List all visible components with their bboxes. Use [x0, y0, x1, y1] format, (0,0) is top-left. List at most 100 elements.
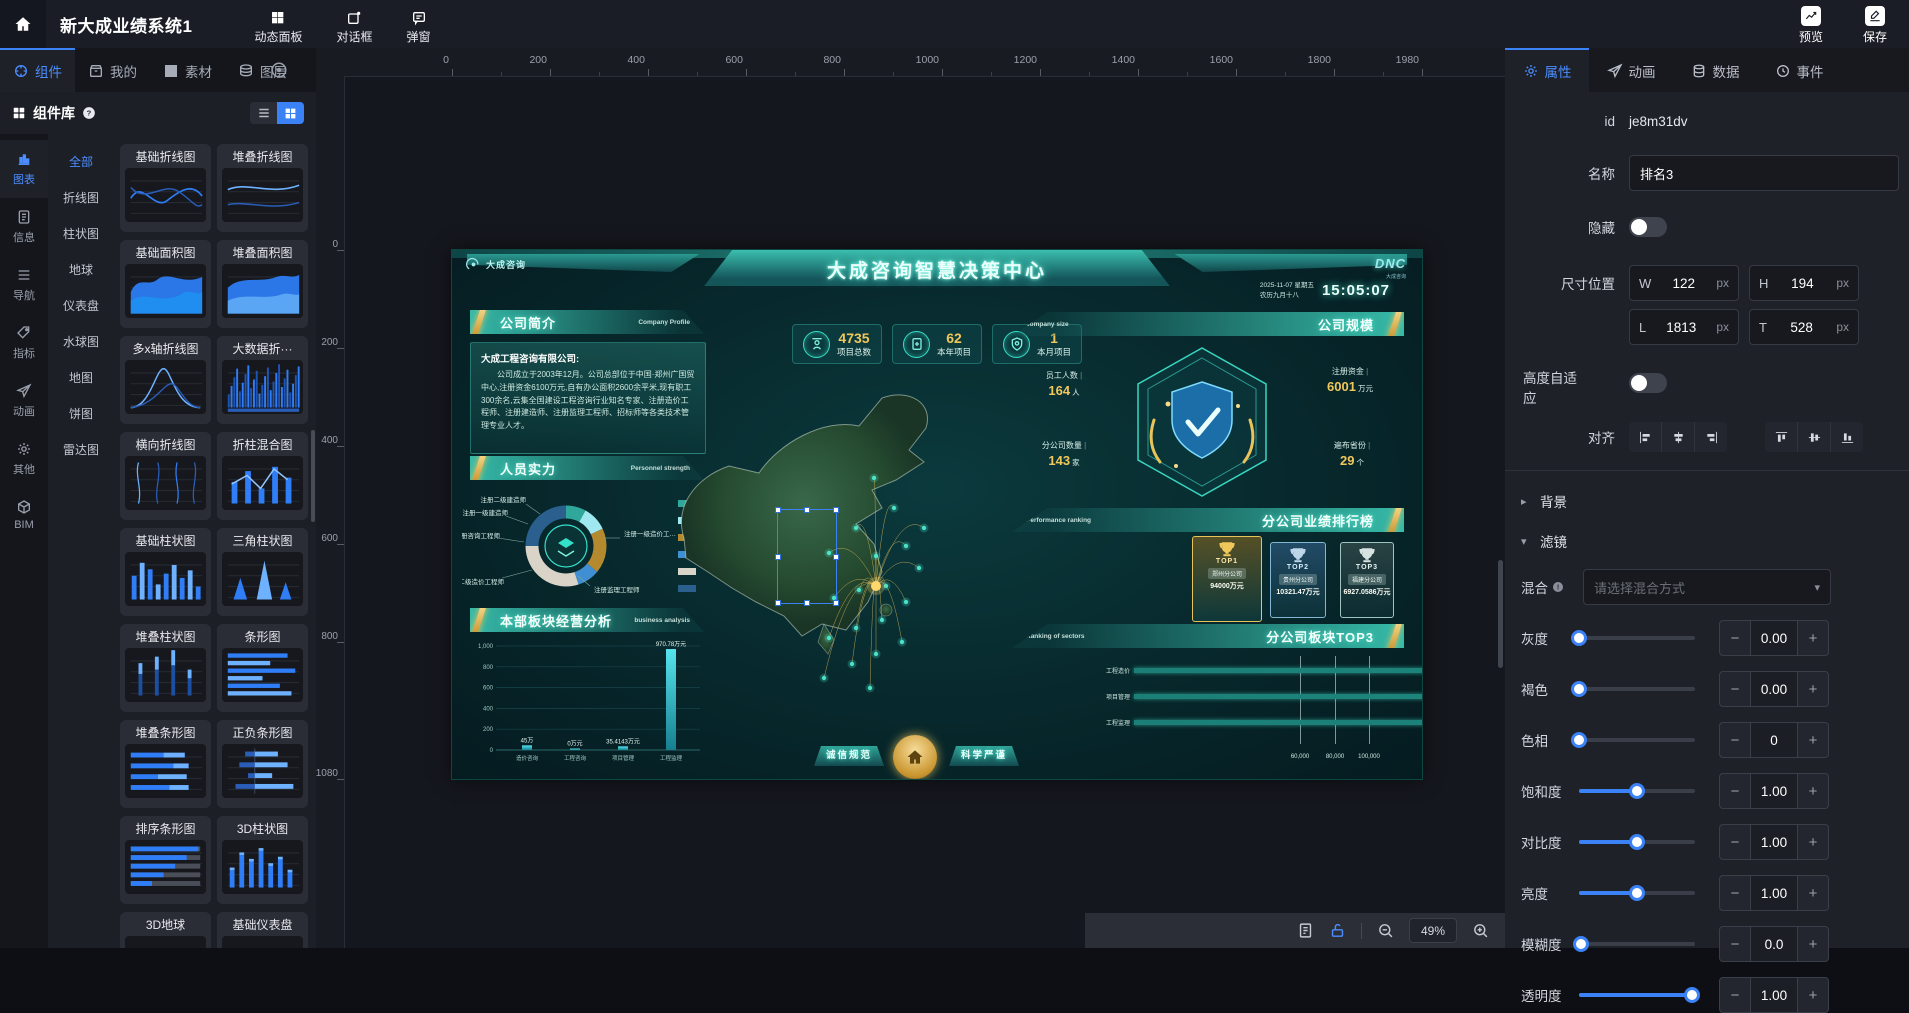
height-field[interactable]: H194px [1749, 265, 1859, 301]
props-tab-动画[interactable]: 动画 [1589, 48, 1673, 92]
tab-我的[interactable]: 我的 [75, 48, 150, 92]
trophy-TOP1[interactable]: TOP1 郑州分公司 94000万元 [1192, 536, 1262, 622]
props-tab-属性[interactable]: 属性 [1505, 48, 1589, 92]
component-card-大数据折···[interactable]: 大数据折··· [217, 336, 308, 424]
minus-icon[interactable]: − [1720, 825, 1750, 859]
tab-组件[interactable]: 组件 [0, 48, 75, 92]
plus-icon[interactable]: + [1798, 774, 1828, 808]
align-center-h-button[interactable] [1661, 422, 1694, 452]
zoom-out-icon[interactable] [1377, 922, 1394, 939]
unlock-icon[interactable] [1329, 922, 1346, 939]
plus-icon[interactable]: + [1798, 723, 1828, 757]
slider-灰度[interactable] [1579, 636, 1695, 640]
mix-select[interactable]: 请选择混合方式 ▾ [1583, 569, 1831, 605]
category-指标[interactable]: 指标 [0, 314, 48, 372]
plus-icon[interactable]: + [1798, 672, 1828, 706]
tab-图层[interactable]: 图层 [225, 48, 300, 92]
plus-icon[interactable]: + [1798, 876, 1828, 910]
selection-box[interactable] [777, 509, 837, 604]
category-图表[interactable]: 图表 [0, 140, 48, 198]
selection-handle[interactable] [775, 507, 781, 513]
zoom-in-icon[interactable] [1472, 922, 1489, 939]
category-导航[interactable]: 导航 [0, 256, 48, 314]
subcategory-雷达图[interactable]: 雷达图 [48, 432, 114, 468]
component-card-条形图[interactable]: 条形图 [217, 624, 308, 712]
hidden-toggle[interactable] [1629, 217, 1667, 237]
left-field[interactable]: L1813px [1629, 309, 1739, 345]
selection-handle[interactable] [833, 600, 839, 606]
selection-handle[interactable] [804, 600, 810, 606]
minus-icon[interactable]: − [1720, 723, 1750, 757]
component-card-堆叠条形图[interactable]: 堆叠条形图 [120, 720, 211, 808]
minus-icon[interactable]: − [1720, 927, 1750, 961]
grid-view-button[interactable] [277, 102, 304, 124]
minus-icon[interactable]: − [1720, 621, 1750, 655]
subcategory-仪表盘[interactable]: 仪表盘 [48, 288, 114, 324]
slider-饱和度[interactable] [1579, 789, 1695, 793]
top-field[interactable]: T528px [1749, 309, 1859, 345]
component-card-基础柱状图[interactable]: 基础柱状图 [120, 528, 211, 616]
editor-canvas[interactable]: 0200400600800100012001400160018001980 02… [316, 48, 1505, 948]
selection-handle[interactable] [833, 554, 839, 560]
subcategory-地球[interactable]: 地球 [48, 252, 114, 288]
plus-icon[interactable]: + [1798, 621, 1828, 655]
trophy-TOP2[interactable]: TOP2 贵州分公司 10321.47万元 [1270, 542, 1326, 618]
topbar-tool-3[interactable]: 弹窗 [407, 4, 431, 45]
selection-handle[interactable] [775, 554, 781, 560]
section-filter[interactable]: ▾ 滤镜 [1521, 531, 1909, 551]
component-card-折柱混合图[interactable]: 折柱混合图 [217, 432, 308, 520]
plus-icon[interactable]: + [1798, 927, 1828, 961]
component-card-3D地球[interactable]: 3D地球 [120, 912, 211, 948]
component-card-堆叠柱状图[interactable]: 堆叠柱状图 [120, 624, 211, 712]
minus-icon[interactable]: − [1720, 774, 1750, 808]
cards-scrollbar[interactable] [311, 430, 315, 522]
topbar-tool-2[interactable]: 对话框 [336, 4, 372, 45]
component-card-横向折线图[interactable]: 横向折线图 [120, 432, 211, 520]
canvas-scrollbar[interactable] [1498, 560, 1503, 668]
eye-icon[interactable] [270, 61, 288, 79]
plus-icon[interactable]: + [1798, 825, 1828, 859]
section-background[interactable]: ▸ 背景 [1521, 491, 1909, 511]
help-icon[interactable]: ? [82, 106, 96, 120]
subcategory-折线图[interactable]: 折线图 [48, 180, 114, 216]
minus-icon[interactable]: − [1720, 978, 1750, 1012]
subcategory-柱状图[interactable]: 柱状图 [48, 216, 114, 252]
subcategory-饼图[interactable]: 饼图 [48, 396, 114, 432]
category-动画[interactable]: 动画 [0, 372, 48, 430]
minus-icon[interactable]: − [1720, 876, 1750, 910]
component-card-3D柱状图[interactable]: 3D柱状图 [217, 816, 308, 904]
slider-透明度[interactable] [1579, 993, 1695, 997]
component-card-多x轴折线图[interactable]: 多x轴折线图 [120, 336, 211, 424]
component-card-基础仪表盘[interactable]: 基础仪表盘 [217, 912, 308, 948]
topbar-tool-1[interactable]: 动态面板 [254, 4, 302, 45]
component-card-排序条形图[interactable]: 排序条形图 [120, 816, 211, 904]
props-tab-数据[interactable]: 数据 [1673, 48, 1757, 92]
align-middle-v-button[interactable] [1797, 422, 1830, 452]
list-view-button[interactable] [250, 102, 277, 124]
home-button[interactable] [0, 0, 46, 48]
align-right-button[interactable] [1694, 422, 1727, 452]
tab-素材[interactable]: 素材 [150, 48, 225, 92]
align-bottom-button[interactable] [1830, 422, 1863, 452]
align-top-button[interactable] [1765, 422, 1797, 452]
height-auto-toggle[interactable] [1629, 373, 1667, 393]
component-card-正负条形图[interactable]: 正负条形图 [217, 720, 308, 808]
name-input[interactable]: 排名3 [1629, 155, 1899, 191]
component-card-三角柱状图[interactable]: 三角柱状图 [217, 528, 308, 616]
slider-褐色[interactable] [1579, 687, 1695, 691]
component-card-堆叠折线图[interactable]: 堆叠折线图 [217, 144, 308, 232]
selection-handle[interactable] [775, 600, 781, 606]
category-其他[interactable]: 其他 [0, 430, 48, 488]
category-信息[interactable]: 信息 [0, 198, 48, 256]
subcategory-全部[interactable]: 全部 [48, 144, 114, 180]
category-BIM[interactable]: BIM [0, 488, 48, 542]
save-button[interactable]: 保存 [1863, 3, 1887, 45]
component-card-基础折线图[interactable]: 基础折线图 [120, 144, 211, 232]
component-card-堆叠面积图[interactable]: 堆叠面积图 [217, 240, 308, 328]
minus-icon[interactable]: − [1720, 672, 1750, 706]
slider-亮度[interactable] [1579, 891, 1695, 895]
subcategory-水球图[interactable]: 水球图 [48, 324, 114, 360]
props-tab-事件[interactable]: 事件 [1757, 48, 1841, 92]
align-left-button[interactable] [1629, 422, 1661, 452]
subcategory-地图[interactable]: 地图 [48, 360, 114, 396]
